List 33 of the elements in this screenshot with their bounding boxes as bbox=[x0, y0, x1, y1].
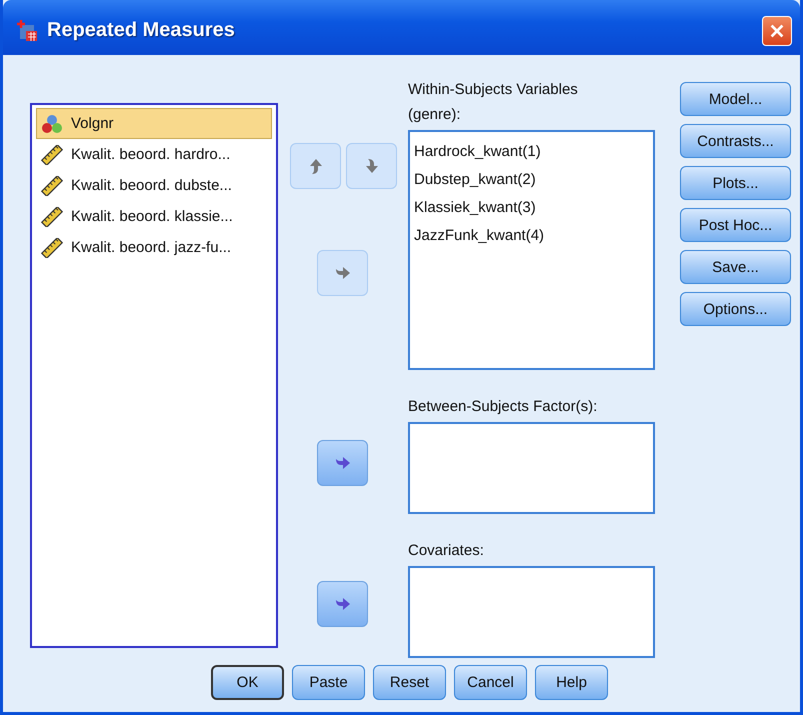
dialog-button[interactable]: Reset bbox=[373, 665, 446, 700]
close-button[interactable] bbox=[762, 16, 792, 46]
variable-item[interactable]: Klassiek_kwant(3) bbox=[414, 194, 649, 222]
variable-item[interactable]: Kwalit. beoord. klassie... bbox=[36, 201, 272, 232]
dialog-button[interactable]: Paste bbox=[292, 665, 365, 700]
variable-item[interactable]: Kwalit. beoord. jazz-fu... bbox=[36, 232, 272, 263]
list-label: Covariates: bbox=[408, 541, 485, 561]
list-label: Within-Subjects Variables (genre): bbox=[408, 80, 579, 125]
variable-item[interactable]: Kwalit. beoord. dubste... bbox=[36, 170, 272, 201]
dialog-button[interactable]: Model... bbox=[680, 82, 791, 116]
target-list[interactable]: Hardrock_kwant(1) Dubstep_kwant(2) Klassiek_kwant(3) JazzFunk_kwant(4) bbox=[408, 130, 655, 370]
variable-item[interactable]: Volgnr bbox=[36, 108, 272, 139]
variable-item[interactable]: Dubstep_kwant(2) bbox=[414, 166, 649, 194]
dialog-button[interactable]: Save... bbox=[680, 250, 791, 284]
dialog-button[interactable]: Help bbox=[535, 665, 608, 700]
variable-list[interactable]: Volgnr Kwalit. beoord. hardro... Kwalit. beoord. dubste... Kwalit. beoord. klassie... Kwalit. beoord. jazz-fu... bbox=[30, 103, 278, 648]
window-title: Repeated Measures bbox=[47, 19, 235, 42]
nominal-icon bbox=[41, 114, 63, 134]
list-label: Between-Subjects Factor(s): bbox=[408, 397, 598, 417]
dialog-button[interactable]: Plots... bbox=[680, 166, 791, 200]
dialog-button[interactable]: Post Hoc... bbox=[680, 208, 791, 242]
variable-item[interactable]: Kwalit. beoord. hardro... bbox=[36, 139, 272, 170]
target-list[interactable] bbox=[408, 566, 655, 658]
table-icon bbox=[15, 18, 39, 42]
dialog-button[interactable]: Options... bbox=[680, 292, 791, 326]
target-list[interactable] bbox=[408, 422, 655, 514]
dialog-button[interactable]: Contrasts... bbox=[680, 124, 791, 158]
variable-item[interactable]: JazzFunk_kwant(4) bbox=[414, 222, 649, 250]
dialog-button[interactable]: Cancel bbox=[454, 665, 527, 700]
dialog-button[interactable]: OK bbox=[211, 665, 284, 700]
variable-item[interactable]: Hardrock_kwant(1) bbox=[414, 138, 649, 166]
move-right-button[interactable] bbox=[317, 440, 368, 486]
move-right-button[interactable] bbox=[317, 581, 368, 627]
